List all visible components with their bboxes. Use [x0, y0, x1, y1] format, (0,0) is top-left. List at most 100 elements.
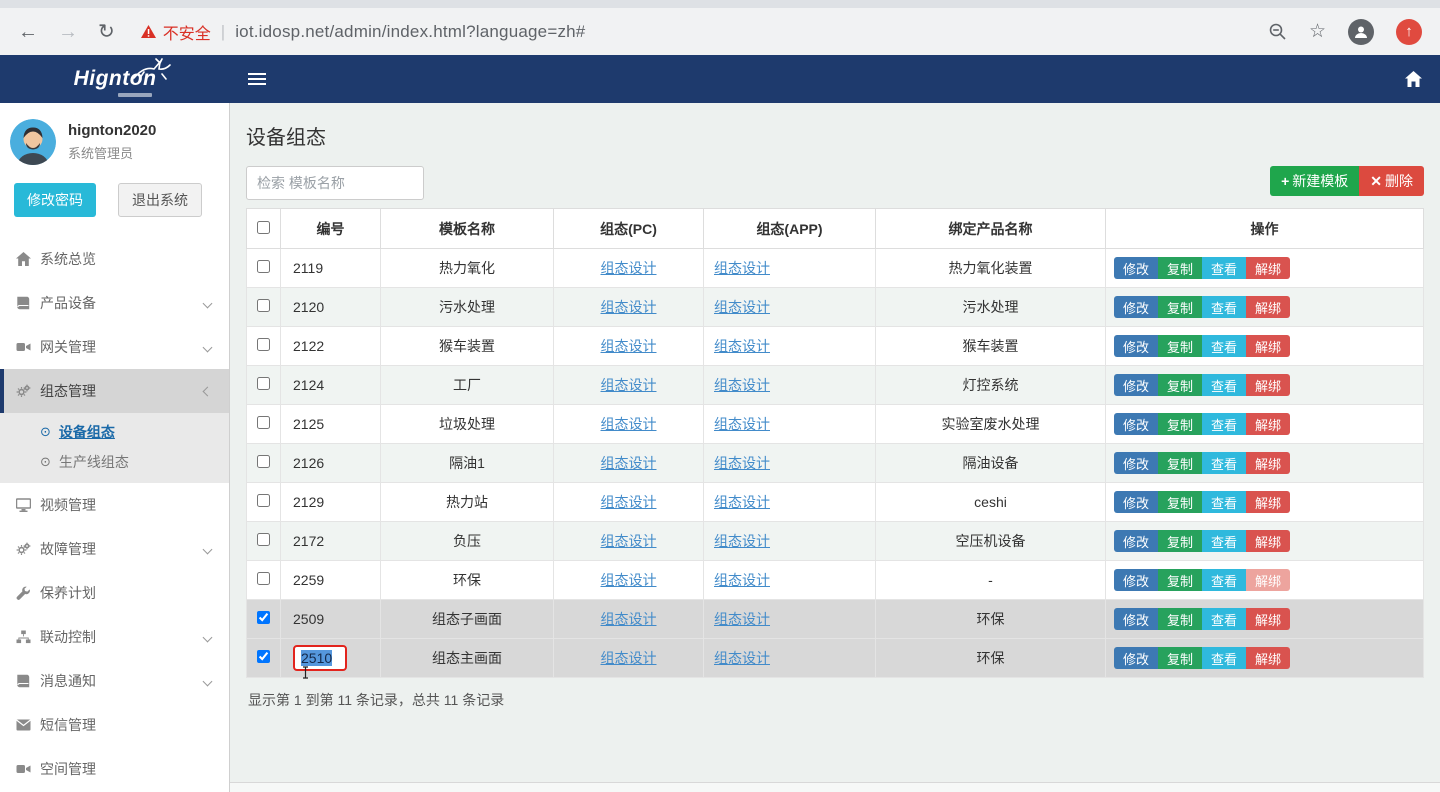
row-checkbox[interactable]: [257, 650, 270, 663]
copy-button[interactable]: 复制: [1158, 569, 1202, 591]
change-password-button[interactable]: 修改密码: [14, 183, 96, 217]
edit-button[interactable]: 修改: [1114, 530, 1158, 552]
config-design-app-link[interactable]: 组态设计: [714, 494, 770, 510]
config-design-app-link[interactable]: 组态设计: [714, 299, 770, 315]
config-design-pc-link[interactable]: 组态设计: [601, 416, 657, 432]
copy-button[interactable]: 复制: [1158, 491, 1202, 513]
copy-button[interactable]: 复制: [1158, 296, 1202, 318]
edit-button[interactable]: 修改: [1114, 569, 1158, 591]
select-all-checkbox[interactable]: [257, 221, 270, 234]
config-design-pc-link[interactable]: 组态设计: [601, 650, 657, 666]
config-design-pc-link[interactable]: 组态设计: [601, 572, 657, 588]
row-checkbox[interactable]: [257, 377, 270, 390]
app-logo[interactable]: Hignton: [0, 55, 230, 103]
unbind-button[interactable]: 解绑: [1246, 530, 1290, 552]
row-checkbox[interactable]: [257, 338, 270, 351]
copy-button[interactable]: 复制: [1158, 335, 1202, 357]
edit-button[interactable]: 修改: [1114, 452, 1158, 474]
view-button[interactable]: 查看: [1202, 530, 1246, 552]
browser-update-icon[interactable]: ↑: [1396, 19, 1422, 45]
copy-button[interactable]: 复制: [1158, 647, 1202, 669]
view-button[interactable]: 查看: [1202, 296, 1246, 318]
unbind-button[interactable]: 解绑: [1246, 491, 1290, 513]
config-design-app-link[interactable]: 组态设计: [714, 533, 770, 549]
config-design-pc-link[interactable]: 组态设计: [601, 533, 657, 549]
search-input[interactable]: [246, 166, 424, 200]
row-checkbox[interactable]: [257, 572, 270, 585]
edit-button[interactable]: 修改: [1114, 491, 1158, 513]
sidebar-item-视频管理[interactable]: 视频管理: [0, 483, 229, 527]
view-button[interactable]: 查看: [1202, 608, 1246, 630]
browser-forward-icon[interactable]: →: [58, 22, 78, 42]
unbind-button[interactable]: 解绑: [1246, 335, 1290, 357]
row-checkbox[interactable]: [257, 416, 270, 429]
config-design-pc-link[interactable]: 组态设计: [601, 299, 657, 315]
view-button[interactable]: 查看: [1202, 491, 1246, 513]
config-design-pc-link[interactable]: 组态设计: [601, 611, 657, 627]
config-design-pc-link[interactable]: 组态设计: [601, 338, 657, 354]
home-icon[interactable]: [1405, 71, 1422, 87]
new-template-button[interactable]: +新建模板: [1270, 166, 1359, 196]
view-button[interactable]: 查看: [1202, 335, 1246, 357]
sidebar-item-网关管理[interactable]: 网关管理: [0, 325, 229, 369]
sidebar-item-短信管理[interactable]: 短信管理: [0, 703, 229, 747]
unbind-button[interactable]: 解绑: [1246, 647, 1290, 669]
copy-button[interactable]: 复制: [1158, 374, 1202, 396]
address-bar[interactable]: 不安全 | iot.idosp.net/admin/index.html?lan…: [141, 20, 1268, 44]
config-design-pc-link[interactable]: 组态设计: [601, 260, 657, 276]
copy-button[interactable]: 复制: [1158, 608, 1202, 630]
sidebar-item-系统总览[interactable]: 系统总览: [0, 237, 229, 281]
copy-button[interactable]: 复制: [1158, 257, 1202, 279]
row-checkbox[interactable]: [257, 260, 270, 273]
config-design-pc-link[interactable]: 组态设计: [601, 455, 657, 471]
edit-button[interactable]: 修改: [1114, 647, 1158, 669]
row-checkbox[interactable]: [257, 455, 270, 468]
unbind-button[interactable]: 解绑: [1246, 374, 1290, 396]
sidebar-item-联动控制[interactable]: 联动控制: [0, 615, 229, 659]
sidebar-item-空间管理[interactable]: 空间管理: [0, 747, 229, 791]
config-design-app-link[interactable]: 组态设计: [714, 260, 770, 276]
unbind-button[interactable]: 解绑: [1246, 257, 1290, 279]
config-design-app-link[interactable]: 组态设计: [714, 416, 770, 432]
copy-button[interactable]: 复制: [1158, 452, 1202, 474]
delete-button[interactable]: ✕删除: [1359, 166, 1424, 196]
browser-back-icon[interactable]: ←: [18, 22, 38, 42]
copy-button[interactable]: 复制: [1158, 413, 1202, 435]
zoom-out-icon[interactable]: [1268, 22, 1287, 41]
view-button[interactable]: 查看: [1202, 569, 1246, 591]
edit-button[interactable]: 修改: [1114, 296, 1158, 318]
unbind-button[interactable]: 解绑: [1246, 569, 1290, 591]
copy-button[interactable]: 复制: [1158, 530, 1202, 552]
view-button[interactable]: 查看: [1202, 647, 1246, 669]
config-design-app-link[interactable]: 组态设计: [714, 611, 770, 627]
id-edit-input[interactable]: 2510: [298, 649, 342, 667]
sidebar-item-故障管理[interactable]: 故障管理: [0, 527, 229, 571]
logout-button[interactable]: 退出系统: [118, 183, 202, 217]
sidebar-item-保养计划[interactable]: 保养计划: [0, 571, 229, 615]
bookmark-star-icon[interactable]: ☆: [1309, 20, 1326, 43]
view-button[interactable]: 查看: [1202, 257, 1246, 279]
sidebar-item-产品设备[interactable]: 产品设备: [0, 281, 229, 325]
edit-button[interactable]: 修改: [1114, 608, 1158, 630]
submenu-item-设备组态[interactable]: ⊙设备组态: [0, 417, 229, 447]
row-checkbox[interactable]: [257, 299, 270, 312]
sidebar-item-组态管理[interactable]: 组态管理: [0, 369, 229, 413]
sidebar-item-消息通知[interactable]: 消息通知: [0, 659, 229, 703]
unbind-button[interactable]: 解绑: [1246, 608, 1290, 630]
edit-button[interactable]: 修改: [1114, 374, 1158, 396]
view-button[interactable]: 查看: [1202, 374, 1246, 396]
browser-profile-icon[interactable]: [1348, 19, 1374, 45]
row-checkbox[interactable]: [257, 611, 270, 624]
unbind-button[interactable]: 解绑: [1246, 296, 1290, 318]
config-design-app-link[interactable]: 组态设计: [714, 338, 770, 354]
edit-button[interactable]: 修改: [1114, 413, 1158, 435]
submenu-item-生产线组态[interactable]: ⊙生产线组态: [0, 447, 229, 477]
config-design-pc-link[interactable]: 组态设计: [601, 377, 657, 393]
view-button[interactable]: 查看: [1202, 413, 1246, 435]
config-design-app-link[interactable]: 组态设计: [714, 650, 770, 666]
edit-button[interactable]: 修改: [1114, 257, 1158, 279]
row-checkbox[interactable]: [257, 533, 270, 546]
row-checkbox[interactable]: [257, 494, 270, 507]
config-design-pc-link[interactable]: 组态设计: [601, 494, 657, 510]
view-button[interactable]: 查看: [1202, 452, 1246, 474]
